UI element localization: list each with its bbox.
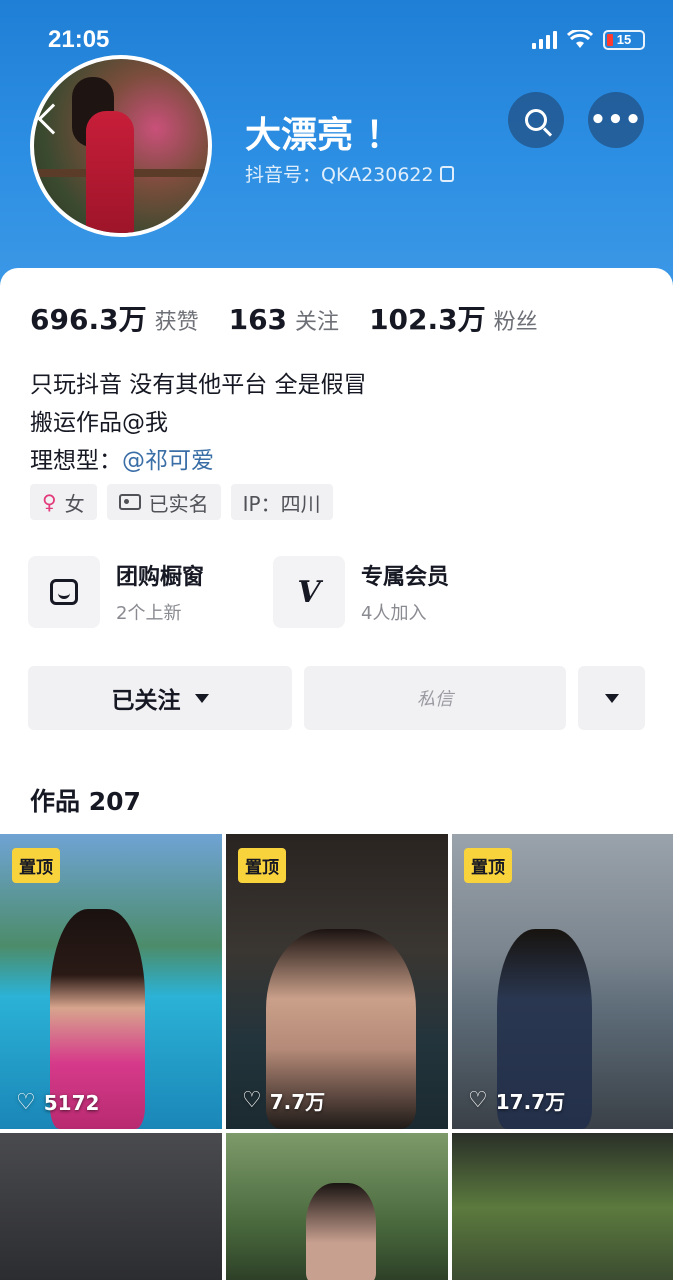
douyin-id-text: 抖音号：QKA230622 (245, 164, 434, 186)
works-tab-title[interactable]: 作品 207 (30, 782, 141, 818)
service-exclusive-member[interactable]: V 专属会员 4人加入 (273, 556, 449, 628)
vip-icon: V (273, 556, 345, 628)
profile-header: 21:05 15 大漂亮 ！ 抖音号：QKA230622 ••• (0, 0, 673, 290)
service-subtitle: 4人加入 (361, 603, 427, 624)
service-title: 团购橱窗 (116, 565, 205, 590)
profile-content: 696.3万 获赞 163 关注 102.3万 粉丝 只玩抖音 没有其他平台 全… (0, 268, 673, 1280)
action-buttons: 已关注 私信 (28, 666, 645, 730)
stat-following-label: 关注 (295, 310, 340, 335)
stat-followers-value: 102.3万 (369, 303, 486, 336)
wifi-icon (567, 30, 593, 48)
pinned-badge: 置顶 (12, 848, 60, 883)
tag-ip-label: IP：四川 (242, 491, 321, 516)
tag-gender: ♀ 女 (30, 484, 97, 520)
bio: 只玩抖音 没有其他平台 全是假冒 搬运作品@我 理想型：@祁可爱 (30, 366, 367, 480)
stat-followers-label: 粉丝 (493, 310, 538, 335)
status-bar: 21:05 15 (0, 22, 673, 62)
status-time: 21:05 (48, 26, 110, 53)
douyin-id[interactable]: 抖音号：QKA230622 (245, 160, 454, 187)
id-card-icon (118, 494, 141, 510)
profile-name: 大漂亮 ！ (245, 115, 402, 156)
heart-icon: ♡ (242, 1088, 262, 1113)
battery-level: 15 (616, 32, 632, 47)
tag-verified: 已实名 (106, 484, 221, 520)
work-thumbnail[interactable]: 置顶 ♡ 17.7万 (452, 834, 673, 1129)
copy-icon[interactable] (439, 165, 454, 182)
more-button[interactable]: ••• (588, 92, 644, 148)
stats-row: 696.3万 获赞 163 关注 102.3万 粉丝 (30, 298, 568, 338)
work-thumbnail[interactable] (0, 1133, 222, 1280)
stat-following[interactable]: 163 关注 (229, 303, 339, 336)
stat-following-value: 163 (228, 303, 288, 336)
work-thumbnail[interactable]: 置顶 ♡ 5172 (0, 834, 222, 1129)
followed-label: 已关注 (111, 688, 181, 714)
work-thumbnail[interactable] (452, 1133, 673, 1280)
work-thumbnail[interactable]: 置顶 ♡ 7.7万 (226, 834, 448, 1129)
bio-mention-link[interactable]: @祁可爱 (122, 448, 214, 474)
service-title: 专属会员 (361, 565, 450, 590)
profile-tags: ♀ 女 已实名 IP：四川 (30, 484, 333, 520)
signal-icon (532, 31, 557, 49)
shop-icon (28, 556, 100, 628)
bio-line-1: 只玩抖音 没有其他平台 全是假冒 (30, 372, 367, 398)
bio-line-3-prefix: 理想型： (30, 448, 122, 474)
heart-icon: ♡ (16, 1090, 36, 1115)
avatar[interactable] (30, 55, 212, 237)
bio-line-3: 理想型：@祁可爱 (30, 442, 367, 480)
like-count: ♡ 7.7万 (242, 1088, 326, 1114)
services-row: 团购橱窗 2个上新 V 专属会员 4人加入 (28, 556, 648, 632)
message-button[interactable]: 私信 (304, 666, 566, 730)
like-count: ♡ 17.7万 (468, 1088, 566, 1114)
chevron-down-icon (194, 693, 209, 703)
status-icons: 15 (532, 30, 645, 50)
search-button[interactable] (508, 92, 564, 148)
heart-icon: ♡ (468, 1088, 488, 1113)
search-icon (525, 109, 547, 131)
female-icon: ♀ (42, 490, 57, 514)
stat-likes-value: 696.3万 (30, 303, 147, 336)
tag-gender-label: 女 (64, 491, 85, 516)
battery-icon: 15 (603, 30, 645, 50)
service-subtitle: 2个上新 (116, 603, 182, 624)
stat-likes-label: 获赞 (154, 310, 199, 335)
pinned-badge: 置顶 (464, 848, 512, 883)
followed-button[interactable]: 已关注 (28, 666, 292, 730)
bio-line-2: 搬运作品@我 (30, 410, 168, 436)
more-icon: ••• (589, 105, 643, 135)
more-options-dropdown[interactable] (578, 666, 645, 730)
message-label: 私信 (417, 689, 453, 710)
service-group-buy-window[interactable]: 团购橱窗 2个上新 (28, 556, 204, 628)
chevron-down-icon (604, 693, 619, 703)
stat-followers[interactable]: 102.3万 粉丝 (369, 298, 538, 338)
tag-verified-label: 已实名 (148, 491, 209, 516)
pinned-badge: 置顶 (238, 848, 286, 883)
tag-ip: IP：四川 (230, 484, 333, 520)
work-thumbnail[interactable] (226, 1133, 448, 1280)
like-count: ♡ 5172 (16, 1090, 100, 1115)
stat-likes[interactable]: 696.3万 获赞 (30, 298, 199, 338)
